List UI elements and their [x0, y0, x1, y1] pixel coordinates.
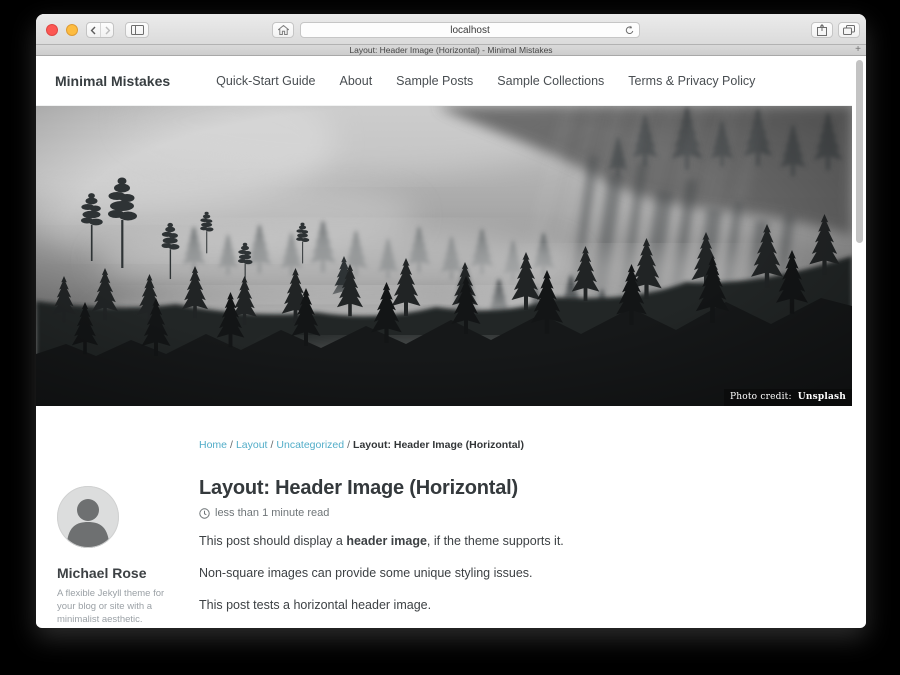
tab-bar: Layout: Header Image (Horizontal) - Mini… — [36, 45, 866, 56]
home-icon — [278, 25, 289, 35]
chevron-right-icon — [104, 26, 111, 35]
paragraph-1-text: This post should display a — [199, 534, 346, 548]
header-image: Photo credit: Unsplash — [36, 106, 852, 406]
nav-item-terms-privacy[interactable]: Terms & Privacy Policy — [628, 74, 755, 88]
tab-overview-button[interactable] — [838, 22, 860, 38]
breadcrumb: Home/Layout/Uncategorized/Layout: Header… — [199, 439, 852, 451]
browser-window: localhost Layout: Header Image ( — [36, 14, 866, 628]
back-button[interactable] — [87, 23, 100, 37]
foggy-forest-photo — [36, 106, 852, 406]
history-nav — [86, 22, 114, 38]
page-body: Michael Rose A flexible Jekyll theme for… — [36, 406, 852, 626]
paragraph-1-tail: , if the theme supports it. — [427, 534, 564, 548]
site-title[interactable]: Minimal Mistakes — [55, 73, 170, 89]
share-button[interactable] — [811, 22, 833, 38]
nav-item-about[interactable]: About — [340, 74, 373, 88]
post-body: This post should display a header image,… — [199, 533, 852, 613]
home-button[interactable] — [272, 22, 294, 38]
photo-credit: Photo credit: Unsplash — [724, 389, 852, 406]
read-time: less than 1 minute read — [215, 507, 329, 519]
sidebar-toggle-button[interactable] — [125, 22, 149, 38]
address-input[interactable]: localhost — [300, 22, 640, 38]
post-meta: less than 1 minute read — [199, 507, 852, 519]
web-content: Minimal Mistakes Quick-Start Guide About… — [36, 56, 866, 626]
photo-credit-source: Unsplash — [798, 392, 846, 402]
address-url: localhost — [450, 25, 489, 36]
browser-toolbar: localhost — [36, 14, 866, 45]
nav-item-sample-collections[interactable]: Sample Collections — [497, 74, 604, 88]
clock-icon — [199, 508, 210, 519]
paragraph-3: This post tests a horizontal header imag… — [199, 597, 852, 613]
share-icon — [817, 24, 827, 36]
masthead-nav: Quick-Start Guide About Sample Posts Sam… — [216, 74, 755, 88]
breadcrumb-home[interactable]: Home — [199, 439, 227, 451]
reload-button[interactable] — [624, 25, 635, 39]
chevron-left-icon — [90, 26, 97, 35]
breadcrumb-separator: / — [270, 439, 273, 451]
breadcrumb-uncategorized[interactable]: Uncategorized — [276, 439, 344, 451]
masthead: Minimal Mistakes Quick-Start Guide About… — [36, 56, 852, 106]
nav-item-sample-posts[interactable]: Sample Posts — [396, 74, 473, 88]
minimize-button[interactable] — [66, 24, 78, 36]
scrollbar-thumb[interactable] — [856, 60, 863, 243]
paragraph-2: Non-square images can provide some uniqu… — [199, 565, 852, 581]
page-title: Layout: Header Image (Horizontal) — [199, 477, 852, 500]
author-name: Michael Rose — [57, 565, 199, 581]
forward-button[interactable] — [100, 23, 113, 37]
paragraph-1: This post should display a header image,… — [199, 533, 852, 549]
avatar — [57, 486, 119, 548]
paragraph-1-bold: header image — [346, 534, 427, 548]
sidebar-icon — [131, 25, 144, 35]
photo-credit-label: Photo credit: — [730, 392, 792, 402]
breadcrumb-layout[interactable]: Layout — [236, 439, 268, 451]
new-tab-button[interactable]: + — [855, 44, 861, 55]
author-sidebar: Michael Rose A flexible Jekyll theme for… — [36, 406, 199, 626]
breadcrumb-separator: / — [230, 439, 233, 451]
post-main: Home/Layout/Uncategorized/Layout: Header… — [199, 406, 852, 626]
breadcrumb-current: Layout: Header Image (Horizontal) — [353, 439, 524, 451]
author-bio: A flexible Jekyll theme for your blog or… — [57, 587, 177, 626]
nav-item-quick-start-guide[interactable]: Quick-Start Guide — [216, 74, 315, 88]
reload-icon — [624, 25, 635, 36]
close-button[interactable] — [46, 24, 58, 36]
active-tab[interactable]: Layout: Header Image (Horizontal) - Mini… — [349, 45, 552, 55]
breadcrumb-separator: / — [347, 439, 350, 451]
tabs-icon — [843, 25, 855, 35]
